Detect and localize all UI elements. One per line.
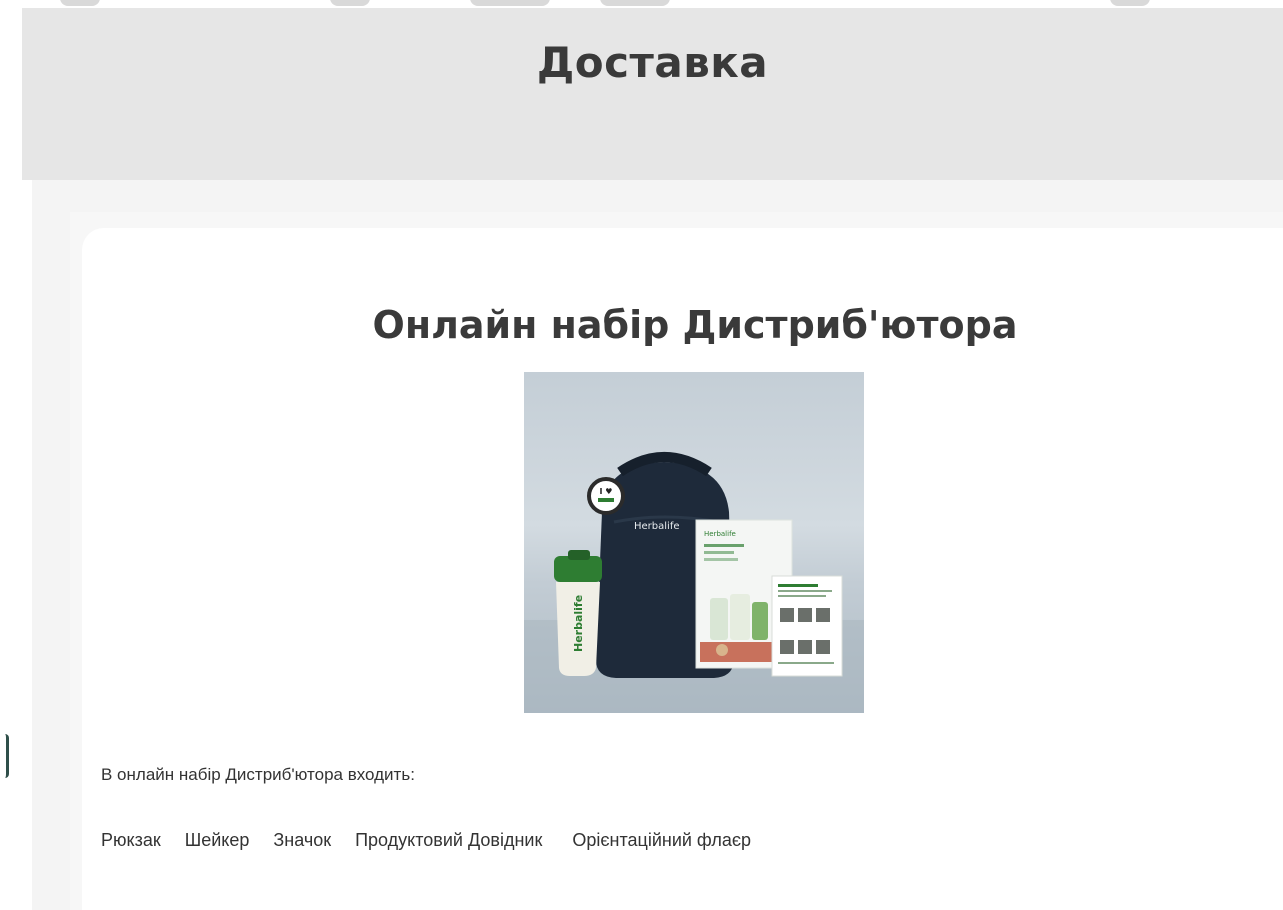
page-title: Доставка: [536, 38, 769, 87]
flyer-icon: [771, 575, 843, 677]
left-edge: [0, 0, 22, 910]
kit-description: В онлайн набір Дистриб'ютора входить:: [101, 765, 415, 784]
kit-item: Продуктовий Довідник: [355, 830, 543, 850]
top-strip: [0, 0, 1283, 8]
shaker-icon: Herbalife: [554, 550, 602, 676]
kit-illustration: Herbalife I ♥ Herbalife Herbalife: [524, 452, 864, 713]
kit-item: Значок: [273, 830, 332, 850]
kit-item: Шейкер: [184, 830, 250, 850]
guide-brand-label: Herbalife: [704, 530, 736, 538]
shaker-brand-label: Herbalife: [572, 595, 585, 652]
card-title: Онлайн набір Дистриб'ютора: [372, 303, 1018, 347]
page-root: Доставка Онлайн набір Дистриб'ютора Herb…: [0, 0, 1283, 910]
kit-item: Орієнтаційний флаєр: [572, 830, 752, 850]
backpack-brand-label: Herbalife: [634, 521, 680, 532]
distributor-kit-image: Herbalife I ♥ Herbalife Herbalife: [524, 372, 864, 713]
kit-item: Рюкзак: [101, 830, 161, 850]
left-edge-mark: [0, 734, 9, 778]
page-header: Доставка: [22, 8, 1283, 180]
svg-text:I ♥: I ♥: [600, 487, 613, 496]
kit-items-list: Рюкзак Шейкер Значок Продуктовий Довідни…: [101, 830, 751, 851]
badge-icon: I ♥: [587, 477, 625, 515]
